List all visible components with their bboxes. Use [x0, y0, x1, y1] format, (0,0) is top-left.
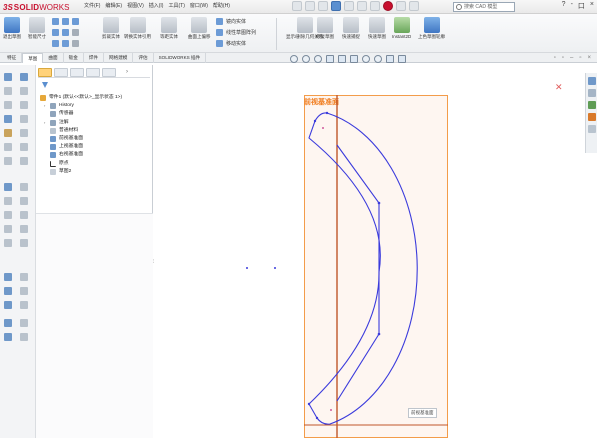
- appearances-tab-icon[interactable]: [588, 113, 596, 121]
- sketch-point[interactable]: [274, 267, 276, 269]
- sketch-point[interactable]: [377, 332, 381, 336]
- design-library-tab-icon[interactable]: [588, 89, 596, 97]
- solidworks-window: 3S SOLID WORKS 文件(F) 编辑(E) 视图(V) 插入(I) 工…: [0, 0, 597, 438]
- sketch-canvas: [246, 95, 448, 438]
- sketch-point[interactable]: [330, 409, 332, 411]
- sketch-point[interactable]: [377, 201, 381, 205]
- confirm-corner-icon[interactable]: ✕: [555, 82, 563, 93]
- sketch-point[interactable]: [313, 119, 317, 123]
- inner-sketch-segments[interactable]: [336, 144, 380, 402]
- sketch-point[interactable]: [322, 127, 324, 129]
- plane-name-tag: 前视基准面: [408, 408, 437, 418]
- sketch-point[interactable]: [307, 402, 311, 406]
- sketch-point[interactable]: [315, 416, 319, 420]
- file-explorer-tab-icon[interactable]: [588, 101, 596, 109]
- custom-properties-tab-icon[interactable]: [588, 125, 596, 133]
- bracket-sketch-profile[interactable]: [308, 112, 418, 425]
- sketch-point[interactable]: [246, 267, 248, 269]
- resources-tab-icon[interactable]: [588, 77, 596, 85]
- sketch-point[interactable]: [325, 111, 329, 115]
- task-pane-tabs: [585, 73, 597, 153]
